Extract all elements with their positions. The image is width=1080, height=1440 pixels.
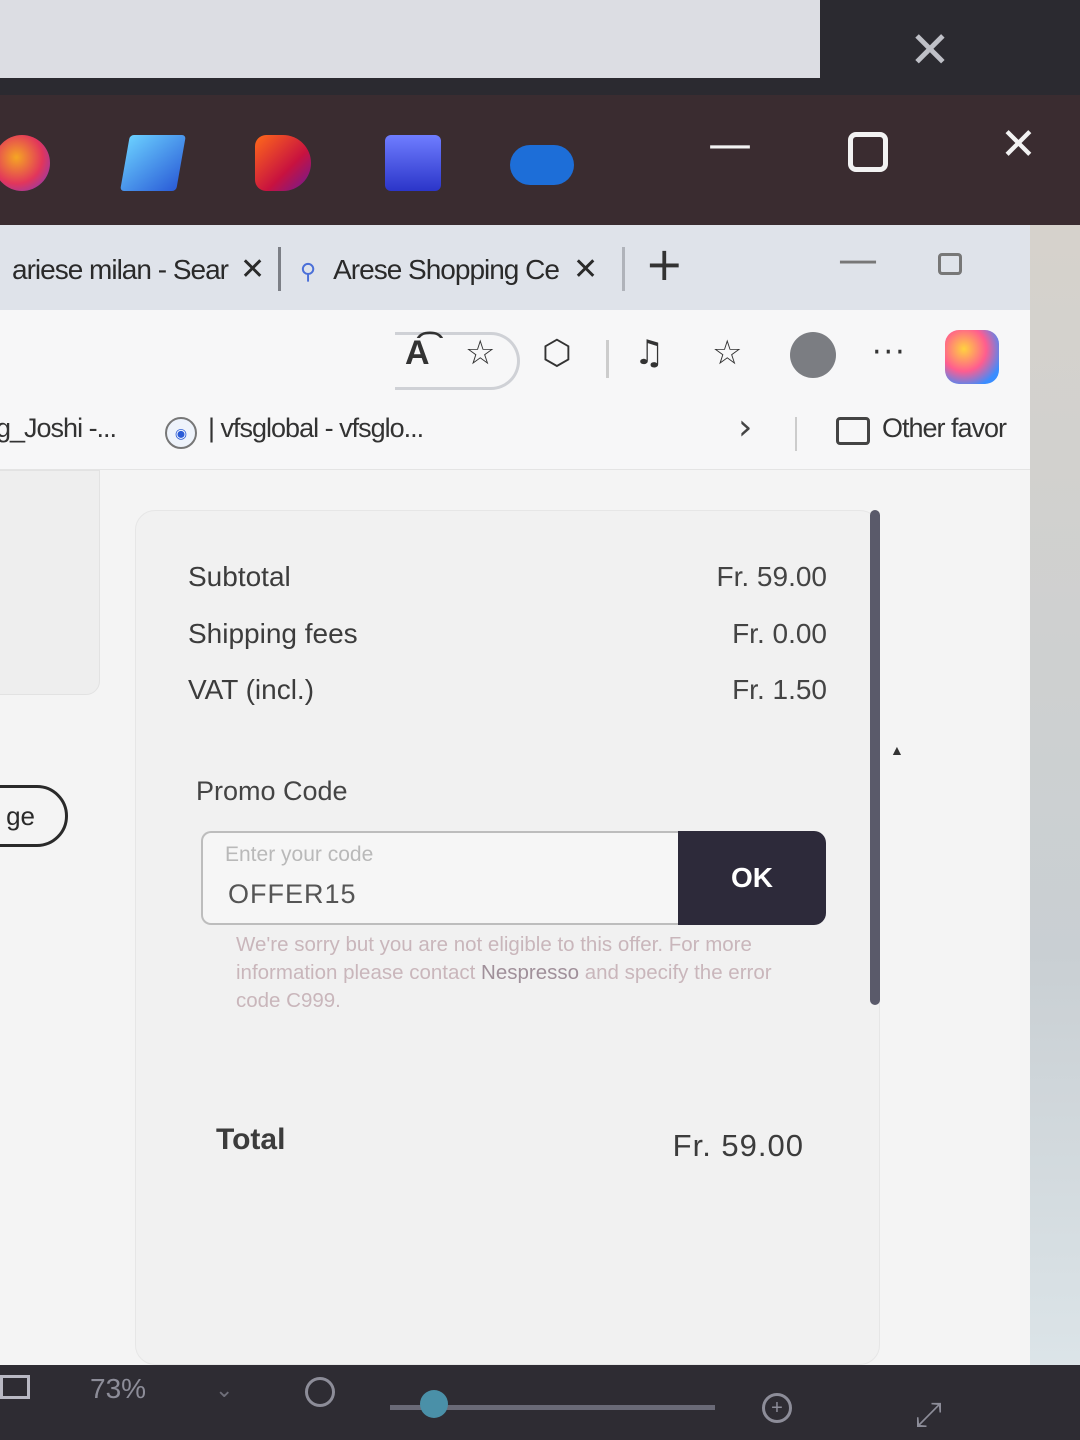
desktop-background [1030,225,1080,1440]
page-content: ge Subtotal Fr. 59.00 Shipping fees Fr. … [0,470,1030,1365]
media-icon[interactable]: ♫ [634,328,664,378]
promo-ok-button[interactable]: OK [678,831,826,925]
browser-restore-icon[interactable] [938,253,962,275]
vat-value: Fr. 1.50 [732,674,827,705]
promo-error-message: We're sorry but you are not eligible to … [236,931,796,1015]
vat-label: VAT (incl.) [188,674,315,705]
folder-icon [836,417,870,445]
tab-close-icon[interactable]: ✕ [240,253,265,286]
favorite-item[interactable]: | vfsglobal - vfsglo... [208,413,424,444]
tab-search[interactable]: ariese milan - Sear ✕ [12,245,265,295]
favorites-divider [795,417,797,451]
window-close-icon[interactable]: ✕ [1000,115,1037,175]
globe-icon: ◉ [165,417,197,449]
browser-toolbar: A͡ ☆ ⬡ ♫ ☆ ··· [0,310,1030,395]
favorites-bar: g_Joshi -... ◉ | vfsglobal - vfsglo... ›… [0,395,1030,470]
copilot-icon[interactable] [0,135,50,191]
background-window [0,0,820,78]
copilot-icon[interactable] [945,330,999,384]
promo-value: OFFER15 [228,879,357,909]
tab-divider [622,247,625,291]
tab-shopping[interactable]: ⚲ Arese Shopping Ce ✕ [300,245,598,295]
subtotal-value: Fr. 59.00 [716,561,827,592]
shipping-value: Fr. 0.00 [732,618,827,649]
zoom-out-icon[interactable] [305,1377,335,1407]
onedrive-icon[interactable] [510,145,574,185]
new-tab-button[interactable]: + [645,237,684,291]
order-summary: Subtotal Fr. 59.00 Shipping fees Fr. 0.0… [135,510,880,1365]
change-button[interactable]: ge [0,785,68,847]
error-brand: Nespresso [481,961,580,984]
status-bar: 73% ⌄ + ⤢ [0,1365,1080,1440]
extensions-icon[interactable]: ⬡ [542,328,572,378]
scrollbar[interactable] [870,510,880,1005]
read-aloud-icon[interactable]: A͡ [405,328,430,378]
window-minimize-icon[interactable]: — [708,115,752,175]
tab-divider [278,247,281,291]
favorite-star-icon[interactable]: ☆ [465,328,495,378]
total-value: Fr. 59.00 [672,1128,804,1163]
tab-label: ariese milan - Sear [12,254,229,285]
browser-window: ariese milan - Sear ✕ ⚲ Arese Shopping Ce ✕… [0,225,1030,1365]
subtotal-label: Subtotal [188,561,291,592]
app-strip [0,95,1080,225]
tab-close-icon[interactable]: ✕ [573,253,598,286]
pen-icon[interactable] [120,135,186,191]
zoom-level: 73% [90,1373,147,1404]
favorites-icon[interactable]: ☆ [712,328,742,378]
window-maximize-icon[interactable] [848,132,888,172]
grid-icon[interactable] [385,135,441,191]
browser-minimize-icon[interactable]: — [838,237,878,283]
search-icon: ⚲ [300,259,316,284]
scroll-up-icon[interactable]: ▲ [890,742,904,758]
toolbar-divider [606,340,609,378]
favorite-item[interactable]: g_Joshi -... [0,413,117,444]
left-card [0,470,100,695]
view-icon[interactable] [0,1375,30,1399]
chevron-down-icon[interactable]: ⌄ [215,1377,233,1403]
zoom-in-icon[interactable]: + [762,1393,792,1423]
promo-code-label: Promo Code [196,776,348,806]
background-close-icon[interactable]: ✕ [900,20,960,80]
profile-avatar[interactable] [790,332,836,378]
more-menu-icon[interactable]: ··· [872,328,907,378]
tab-bar: ariese milan - Sear ✕ ⚲ Arese Shopping Ce ✕… [0,225,1030,310]
zoom-slider-handle[interactable] [420,1390,448,1418]
total-label: Total [216,1123,286,1156]
tab-label: Arese Shopping Ce [333,254,560,285]
promo-code-input[interactable]: Enter your code OFFER15 [201,831,681,925]
promo-placeholder: Enter your code [225,843,374,866]
shipping-label: Shipping fees [188,618,358,649]
expand-icon[interactable]: ⤢ [915,1395,942,1435]
power-icon[interactable] [255,135,311,191]
chevron-right-icon[interactable]: › [738,407,752,448]
other-favorites[interactable]: Other favor [882,413,1007,444]
